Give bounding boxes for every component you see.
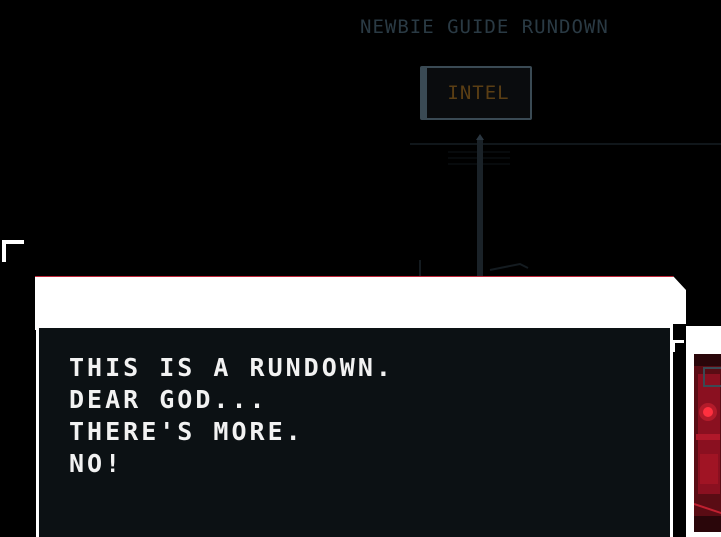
dialog-line: THIS IS A RUNDOWN. xyxy=(69,353,394,382)
speaker-portrait xyxy=(694,354,721,532)
dialog-header xyxy=(35,276,686,330)
corner-bracket-icon xyxy=(2,240,24,262)
guide-title: NEWBIE GUIDE RUNDOWN xyxy=(360,16,609,38)
small-corner-bracket-icon xyxy=(672,340,684,352)
dialog-text: THIS IS A RUNDOWN. DEAR GOD... THERE'S M… xyxy=(69,352,394,480)
map-arrow xyxy=(476,134,484,140)
game-screen: NEWBIE GUIDE RUNDOWN INTEL THIS IS A RUN… xyxy=(0,0,721,537)
dialog-line: THERE'S MORE. xyxy=(69,417,304,446)
map-schematic xyxy=(410,134,721,280)
dialog-divider xyxy=(670,324,686,537)
dialog-line: NO! xyxy=(69,449,124,478)
speaker-portrait-frame xyxy=(686,326,721,537)
intel-button-label: INTEL xyxy=(447,82,510,104)
red-figure-portrait-icon xyxy=(694,354,721,532)
dialog-line: DEAR GOD... xyxy=(69,385,268,414)
map-line xyxy=(489,262,529,271)
intel-button[interactable]: INTEL xyxy=(420,66,532,120)
